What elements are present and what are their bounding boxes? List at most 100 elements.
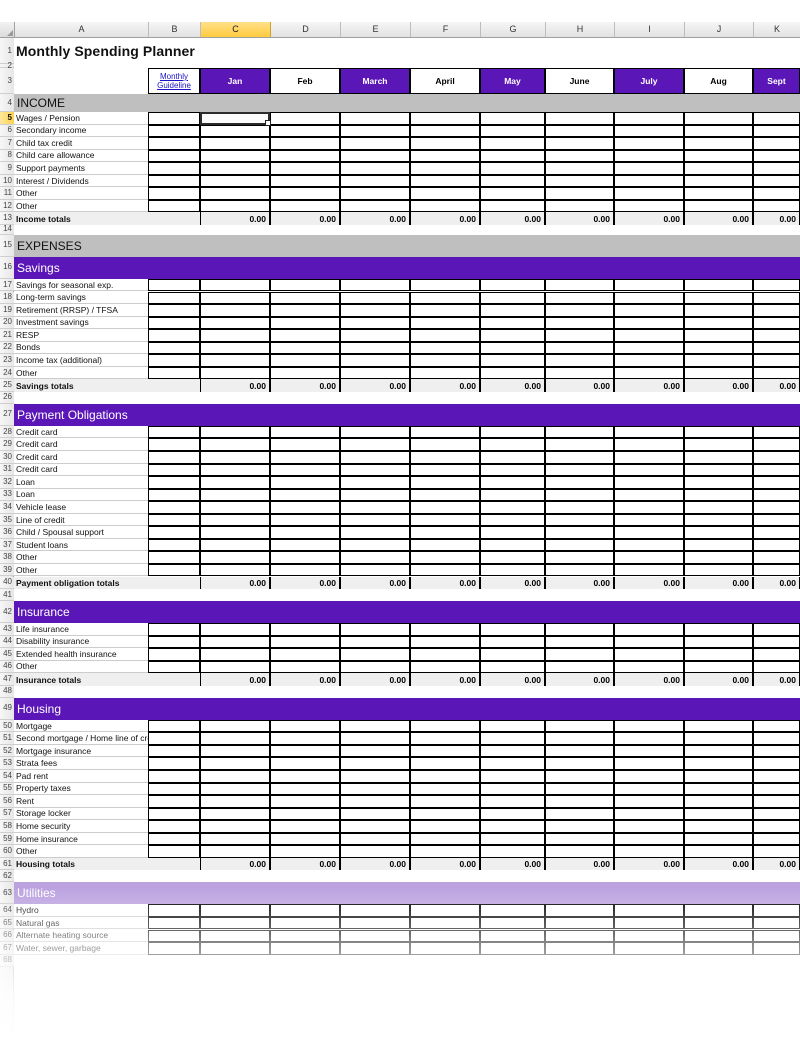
input-cell[interactable] [340,476,410,489]
input-cell[interactable] [340,732,410,745]
input-cell[interactable] [410,942,480,955]
input-cell[interactable] [270,451,340,464]
input-cell[interactable] [684,526,753,539]
input-cell[interactable] [684,942,753,955]
input-cell[interactable] [684,354,753,367]
row-label[interactable]: Investment savings [14,317,148,330]
row-header-22[interactable]: 22 [0,341,14,355]
row-label[interactable]: Bonds [14,342,148,355]
input-cell[interactable] [753,623,800,636]
row-label[interactable]: Line of credit [14,514,148,527]
input-cell[interactable] [545,807,614,821]
input-cell[interactable] [545,795,614,808]
input-cell[interactable] [200,904,270,917]
row-header-8[interactable]: 8 [0,149,14,163]
input-cell[interactable] [340,329,410,342]
input-cell[interactable] [480,354,545,367]
input-cell[interactable] [148,648,200,661]
input-cell[interactable] [480,112,545,125]
input-cell[interactable] [480,149,545,163]
input-cell[interactable] [340,795,410,808]
input-cell[interactable] [410,929,480,943]
input-cell[interactable] [410,660,480,674]
input-cell[interactable] [753,744,800,758]
input-cell[interactable] [753,770,800,783]
input-cell[interactable] [270,526,340,539]
input-cell[interactable] [480,526,545,539]
row-label[interactable]: Natural gas [14,917,148,930]
input-cell[interactable] [753,563,800,577]
row-header-5[interactable]: 5 [0,112,14,125]
input-cell[interactable] [545,501,614,514]
monthly-guideline-link[interactable]: Monthly Guideline [148,68,200,94]
input-cell[interactable] [545,476,614,489]
input-cell[interactable] [410,354,480,367]
row-header-43[interactable]: 43 [0,623,14,636]
input-cell[interactable] [684,174,753,188]
input-cell[interactable] [614,807,684,821]
input-cell[interactable] [480,563,545,577]
input-cell[interactable] [200,744,270,758]
input-cell[interactable] [545,329,614,342]
input-cell[interactable] [148,438,200,451]
input-cell[interactable] [200,820,270,833]
input-cell[interactable] [480,476,545,489]
input-cell[interactable] [410,463,480,477]
input-cell[interactable] [684,149,753,163]
input-cell[interactable] [200,916,270,930]
input-cell[interactable] [200,513,270,527]
row-header-66[interactable]: 66 [0,929,14,943]
input-cell[interactable] [753,162,800,175]
input-cell[interactable] [480,538,545,552]
column-header-h[interactable]: H [546,22,615,37]
input-cell[interactable] [270,187,340,200]
input-cell[interactable] [480,770,545,783]
input-cell[interactable] [148,744,200,758]
row-label[interactable]: Vehicle lease [14,501,148,514]
row-label[interactable]: Loan [14,489,148,502]
row-header-49[interactable]: 49 [0,697,14,720]
input-cell[interactable] [545,316,614,330]
row-label[interactable]: Retirement (RRSP) / TFSA [14,304,148,317]
row-label[interactable]: Income tax (additional) [14,354,148,367]
input-cell[interactable] [410,278,480,292]
input-cell[interactable] [270,149,340,163]
input-cell[interactable] [148,832,200,846]
input-cell[interactable] [614,820,684,833]
input-cell[interactable] [684,623,753,636]
input-cell[interactable] [270,354,340,367]
row-header-47[interactable]: 47 [0,673,14,686]
input-cell[interactable] [148,425,200,439]
column-header-d[interactable]: D [271,22,341,37]
input-cell[interactable] [480,648,545,661]
input-cell[interactable] [614,929,684,943]
row-header-gutter[interactable]: 1 2 3 4 5 6 7 8 9 10 11 12 13 14 15 16 17 18 19 20 21 22 23 24 2… [0,38,14,1038]
input-cell[interactable] [410,162,480,175]
input-cell[interactable] [410,744,480,758]
input-cell[interactable] [545,719,614,733]
row-header-24[interactable]: 24 [0,366,14,380]
row-label[interactable]: Other [14,200,148,213]
input-cell[interactable] [684,501,753,514]
input-cell[interactable] [545,916,614,930]
input-cell[interactable] [480,719,545,733]
input-cell[interactable] [148,476,200,489]
input-cell[interactable] [480,278,545,292]
row-header-54[interactable]: 54 [0,770,14,783]
input-cell[interactable] [148,278,200,292]
input-cell[interactable] [614,187,684,200]
input-cell[interactable] [684,744,753,758]
input-cell[interactable] [480,551,545,564]
input-cell[interactable] [200,563,270,577]
input-cell[interactable] [684,278,753,292]
input-cell[interactable] [614,635,684,649]
input-cell[interactable] [684,929,753,943]
input-cell[interactable] [270,820,340,833]
row-header-32[interactable]: 32 [0,476,14,489]
input-cell[interactable] [480,513,545,527]
row-header-27[interactable]: 27 [0,403,14,426]
input-cell[interactable] [545,744,614,758]
row-header-10[interactable]: 10 [0,174,14,188]
input-cell[interactable] [200,538,270,552]
row-label[interactable]: Child tax credit [14,137,148,150]
